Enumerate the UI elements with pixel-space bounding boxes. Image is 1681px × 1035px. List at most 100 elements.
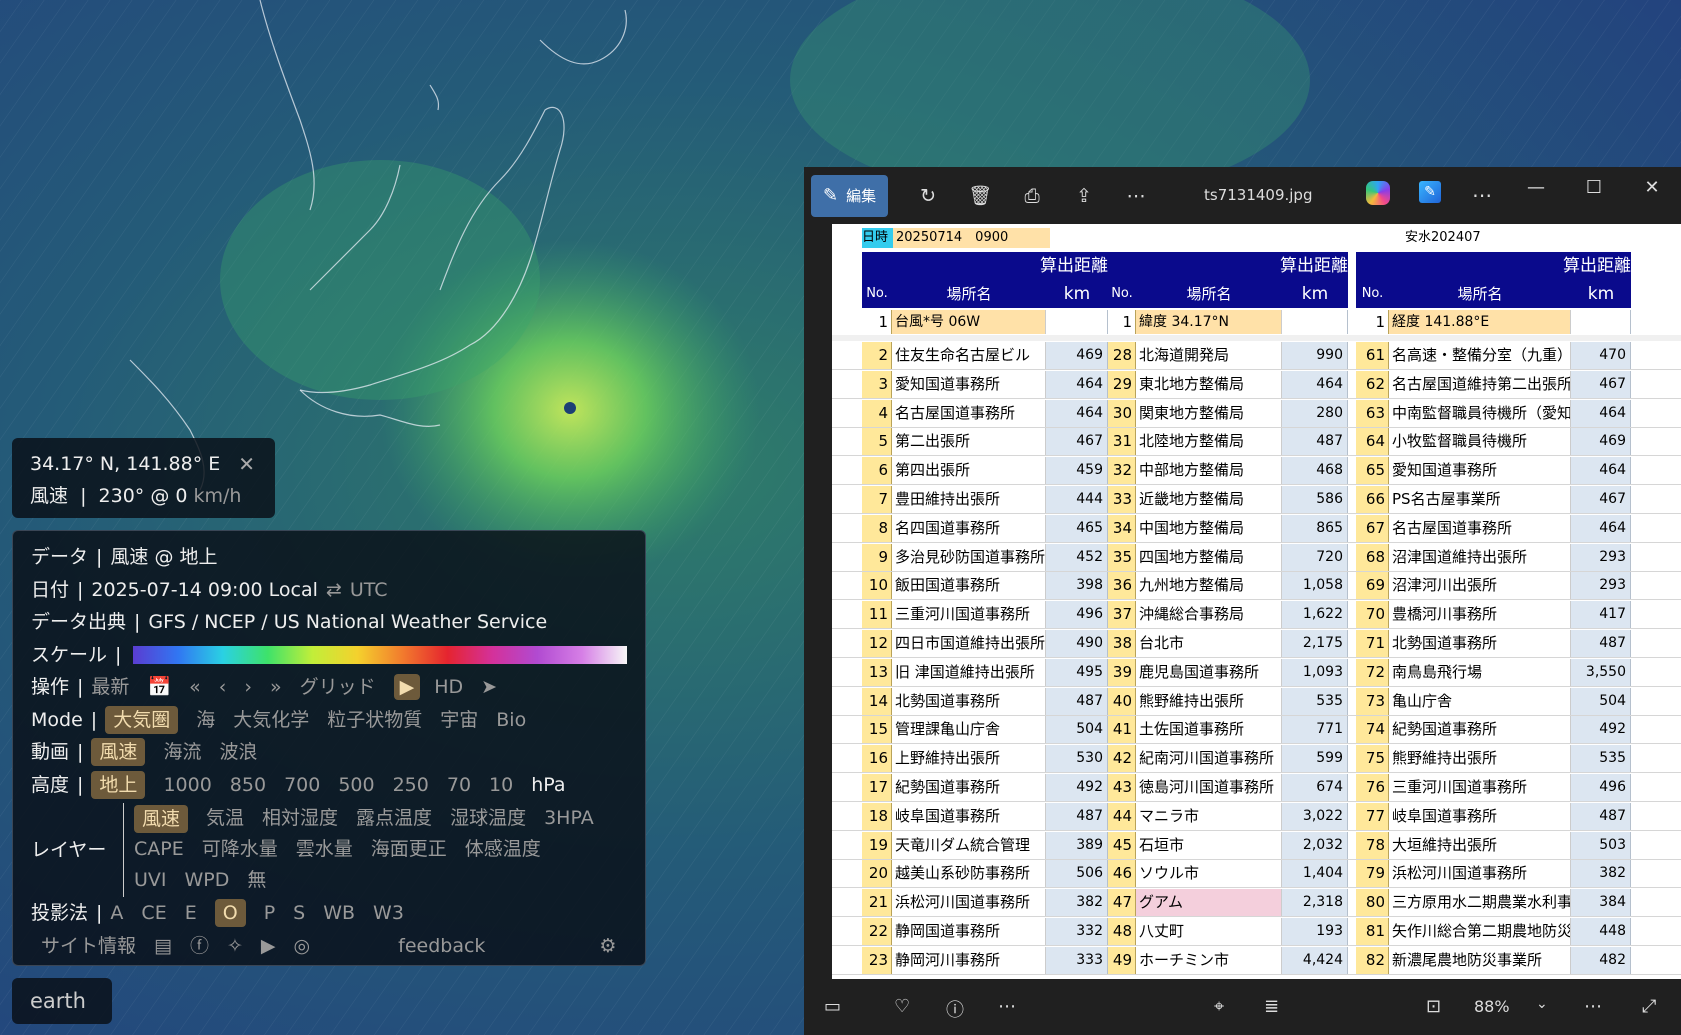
layer-uvi[interactable]: UVI — [134, 865, 167, 896]
mode-chemistry[interactable]: 大気化学 — [233, 704, 309, 737]
layer-wpd[interactable]: WPD — [185, 865, 230, 896]
mode-space[interactable]: 宇宙 — [440, 704, 478, 737]
step-back-icon[interactable]: ‹ — [219, 671, 227, 704]
proj-wb[interactable]: WB — [323, 897, 355, 930]
place-name: 八丈町 — [1136, 918, 1282, 945]
more-icon[interactable]: ⋯ — [998, 996, 1016, 1017]
zoom-level[interactable]: 88% — [1474, 997, 1510, 1016]
layer-temp[interactable]: 気温 — [206, 803, 244, 834]
rotate-icon[interactable]: ↻ — [902, 185, 954, 207]
utc-toggle[interactable]: UTC — [350, 574, 388, 607]
more-icon[interactable]: ⋯ — [1472, 183, 1492, 207]
proj-ce[interactable]: CE — [141, 897, 166, 930]
layer-3hpa[interactable]: 3HPA — [544, 803, 594, 834]
copilot-icon[interactable] — [1366, 181, 1390, 205]
paint-icon[interactable]: ✎ — [1419, 181, 1441, 203]
distance-km: 464 — [1571, 515, 1631, 542]
maximize-icon[interactable]: ☐ — [1565, 177, 1623, 198]
anim-wind[interactable]: 風速 — [91, 738, 146, 767]
mode-ocean[interactable]: 海 — [196, 704, 215, 737]
layer-rh[interactable]: 相対湿度 — [262, 803, 338, 834]
distance-km: 382 — [1571, 860, 1631, 887]
mode-bio[interactable]: Bio — [496, 704, 526, 737]
row-gridline — [832, 657, 1681, 658]
calendar-icon[interactable]: 📅 — [147, 671, 171, 704]
play-icon[interactable]: ▶ — [393, 674, 421, 701]
scan-icon[interactable]: ⌖ — [1214, 996, 1224, 1017]
mode-atmosphere[interactable]: 大気圏 — [105, 705, 179, 734]
proj-a[interactable]: A — [110, 897, 123, 930]
height-surface[interactable]: 地上 — [91, 770, 146, 799]
fullscreen-icon[interactable]: ⤢ — [1642, 996, 1656, 1017]
layer-cloud-water[interactable]: 雲水量 — [296, 834, 353, 865]
height-1000[interactable]: 1000 — [163, 769, 211, 802]
anim-waves[interactable]: 波浪 — [219, 736, 257, 769]
anim-currents[interactable]: 海流 — [163, 736, 201, 769]
youtube-icon[interactable]: ▶ — [261, 930, 276, 963]
share-icon[interactable]: ⇪ — [1058, 185, 1110, 207]
hd-button[interactable]: HD — [434, 671, 463, 704]
height-500[interactable]: 500 — [338, 769, 374, 802]
height-10[interactable]: 10 — [489, 769, 513, 802]
layer-dewpoint[interactable]: 露点温度 — [356, 803, 432, 834]
place-name: 第二出張所 — [892, 428, 1046, 455]
instagram-icon[interactable]: ◎ — [294, 930, 311, 963]
site-info-link[interactable]: サイト情報 — [41, 930, 136, 963]
height-70[interactable]: 70 — [447, 769, 471, 802]
date-value[interactable]: 2025-07-14 09:00 Local — [91, 574, 318, 607]
close-icon[interactable]: ✕ — [238, 448, 255, 480]
height-250[interactable]: 250 — [393, 769, 429, 802]
fit-icon[interactable]: ⊡ — [1426, 996, 1441, 1017]
proj-o[interactable]: O — [214, 899, 246, 928]
layer-cape[interactable]: CAPE — [134, 834, 184, 865]
minimize-icon[interactable]: — — [1507, 177, 1565, 198]
text-icon[interactable]: ≣ — [1264, 996, 1279, 1017]
info-icon[interactable]: ⓘ — [946, 996, 964, 1022]
layer-mslp[interactable]: 海面更正 — [371, 834, 447, 865]
proj-w3[interactable]: W3 — [373, 897, 404, 930]
feedback-link[interactable]: feedback — [398, 930, 485, 963]
print-icon[interactable]: ⎙ — [1006, 185, 1058, 207]
location-icon[interactable]: ➤ — [481, 671, 497, 704]
facebook-icon[interactable]: ⓕ — [190, 930, 209, 963]
height-700[interactable]: 700 — [284, 769, 320, 802]
layer-wind[interactable]: 風速 — [134, 804, 189, 833]
height-850[interactable]: 850 — [230, 769, 266, 802]
trash-icon[interactable]: 🗑 — [954, 184, 1006, 207]
edit-button[interactable]: ✎ 編集 — [811, 174, 889, 217]
step-forward-icon[interactable]: › — [244, 671, 252, 704]
proj-e[interactable]: E — [185, 897, 197, 930]
swap-time-icon[interactable]: ⇄ — [326, 574, 342, 607]
mode-particulates[interactable]: 粒子状物質 — [327, 704, 422, 737]
location-unit[interactable]: km/h — [194, 485, 242, 507]
layer-none[interactable]: 無 — [247, 865, 266, 896]
layer-precipitable-water[interactable]: 可降水量 — [202, 834, 278, 865]
proj-p[interactable]: P — [264, 897, 275, 930]
column-title: 算出距離 — [862, 252, 1108, 280]
chevron-down-icon[interactable]: ⌄ — [1536, 996, 1548, 1012]
filmstrip-icon[interactable]: ▭ — [824, 996, 841, 1017]
more-icon[interactable]: ⋯ — [1110, 185, 1162, 207]
earth-menu-button[interactable]: earth — [12, 978, 112, 1024]
distance-km: 193 — [1282, 918, 1348, 945]
grid-button[interactable]: グリッド — [300, 671, 376, 704]
row-number: 1 — [1108, 310, 1136, 334]
place-name: 熊野維持出張所 — [1389, 745, 1571, 772]
close-window-icon[interactable]: ✕ — [1623, 177, 1681, 198]
distance-km: 469 — [1571, 428, 1631, 455]
bluesky-icon[interactable]: ✧ — [227, 930, 243, 963]
proj-s[interactable]: S — [293, 897, 305, 930]
heart-icon[interactable]: ♡ — [894, 996, 910, 1017]
latest-button[interactable]: 最新 — [91, 671, 129, 704]
book-icon[interactable]: ▤ — [154, 930, 172, 963]
skip-back-icon[interactable]: « — [189, 671, 201, 704]
skip-forward-icon[interactable]: » — [270, 671, 282, 704]
gear-icon[interactable]: ⚙ — [599, 930, 616, 963]
color-scale-bar[interactable] — [133, 645, 627, 664]
layer-apparent-temp[interactable]: 体感温度 — [465, 834, 541, 865]
place-name: グアム — [1136, 889, 1282, 916]
more-icon[interactable]: ⋯ — [1584, 996, 1602, 1017]
km-header: km — [1282, 280, 1348, 308]
layer-wetbulb[interactable]: 湿球温度 — [450, 803, 526, 834]
row-number: 66 — [1356, 486, 1389, 513]
